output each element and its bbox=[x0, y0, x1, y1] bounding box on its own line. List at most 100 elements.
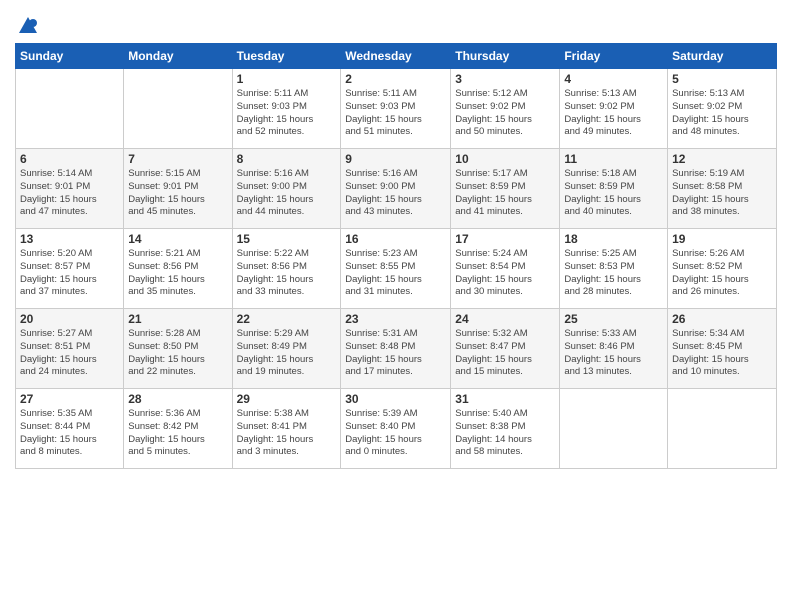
calendar-week-4: 20Sunrise: 5:27 AM Sunset: 8:51 PM Dayli… bbox=[16, 309, 777, 389]
weekday-header-sunday: Sunday bbox=[16, 44, 124, 69]
day-info: Sunrise: 5:16 AM Sunset: 9:00 PM Dayligh… bbox=[237, 168, 337, 219]
day-number: 30 bbox=[345, 392, 446, 406]
calendar-cell: 7 Sunrise: 5:15 AM Sunset: 9:01 PM Daylig… bbox=[124, 149, 232, 229]
day-number: 8 bbox=[237, 152, 337, 166]
calendar-cell: 10 Sunrise: 5:17 AM Sunset: 8:59 PM Dayli… bbox=[451, 149, 560, 229]
day-info: Sunrise: 5:13 AM Sunset: 9:02 PM Dayligh… bbox=[672, 88, 772, 139]
weekday-header-thursday: Thursday bbox=[451, 44, 560, 69]
day-info: Sunrise: 5:33 AM Sunset: 8:46 PM Dayligh… bbox=[564, 328, 663, 379]
day-number: 19 bbox=[672, 232, 772, 246]
calendar-cell: 8 Sunrise: 5:16 AM Sunset: 9:00 PM Daylig… bbox=[232, 149, 341, 229]
day-info: Sunrise: 5:28 AM Sunset: 8:50 PM Dayligh… bbox=[128, 328, 227, 379]
calendar-cell: 18 Sunrise: 5:25 AM Sunset: 8:53 PM Dayli… bbox=[560, 229, 668, 309]
logo bbox=[15, 15, 39, 33]
day-number: 23 bbox=[345, 312, 446, 326]
logo-icon bbox=[17, 15, 39, 37]
calendar-week-3: 13 Sunrise: 5:20 AM Sunset: 8:57 PM Dayli… bbox=[16, 229, 777, 309]
day-info: Sunrise: 5:20 AM Sunset: 8:57 PM Dayligh… bbox=[20, 248, 119, 299]
calendar-table: SundayMondayTuesdayWednesdayThursdayFrid… bbox=[15, 43, 777, 469]
calendar-cell: 17Sunrise: 5:24 AM Sunset: 8:54 PM Dayli… bbox=[451, 229, 560, 309]
day-number: 13 bbox=[20, 232, 119, 246]
calendar-cell bbox=[668, 389, 777, 469]
day-number: 29 bbox=[237, 392, 337, 406]
weekday-header-tuesday: Tuesday bbox=[232, 44, 341, 69]
calendar-cell: 21 Sunrise: 5:28 AM Sunset: 8:50 PM Dayli… bbox=[124, 309, 232, 389]
calendar-cell: 11 Sunrise: 5:18 AM Sunset: 8:59 PM Dayli… bbox=[560, 149, 668, 229]
day-info: Sunrise: 5:40 AM Sunset: 8:38 PM Dayligh… bbox=[455, 408, 555, 459]
calendar-week-2: 6Sunrise: 5:14 AM Sunset: 9:01 PM Daylig… bbox=[16, 149, 777, 229]
day-info: Sunrise: 5:18 AM Sunset: 8:59 PM Dayligh… bbox=[564, 168, 663, 219]
day-number: 9 bbox=[345, 152, 446, 166]
header-area bbox=[15, 15, 777, 33]
calendar-cell: 20Sunrise: 5:27 AM Sunset: 8:51 PM Dayli… bbox=[16, 309, 124, 389]
calendar-cell: 29 Sunrise: 5:38 AM Sunset: 8:41 PM Dayli… bbox=[232, 389, 341, 469]
calendar-cell: 9 Sunrise: 5:16 AM Sunset: 9:00 PM Daylig… bbox=[341, 149, 451, 229]
calendar-cell: 5Sunrise: 5:13 AM Sunset: 9:02 PM Daylig… bbox=[668, 69, 777, 149]
day-number: 11 bbox=[564, 152, 663, 166]
day-info: Sunrise: 5:39 AM Sunset: 8:40 PM Dayligh… bbox=[345, 408, 446, 459]
calendar-cell: 13 Sunrise: 5:20 AM Sunset: 8:57 PM Dayli… bbox=[16, 229, 124, 309]
weekday-header-wednesday: Wednesday bbox=[341, 44, 451, 69]
calendar-cell: 23Sunrise: 5:31 AM Sunset: 8:48 PM Dayli… bbox=[341, 309, 451, 389]
day-info: Sunrise: 5:14 AM Sunset: 9:01 PM Dayligh… bbox=[20, 168, 119, 219]
calendar-cell bbox=[560, 389, 668, 469]
calendar-cell: 28Sunrise: 5:36 AM Sunset: 8:42 PM Dayli… bbox=[124, 389, 232, 469]
weekday-header-saturday: Saturday bbox=[668, 44, 777, 69]
calendar-cell: 25 Sunrise: 5:33 AM Sunset: 8:46 PM Dayli… bbox=[560, 309, 668, 389]
calendar-cell: 30 Sunrise: 5:39 AM Sunset: 8:40 PM Dayli… bbox=[341, 389, 451, 469]
day-number: 27 bbox=[20, 392, 119, 406]
day-info: Sunrise: 5:34 AM Sunset: 8:45 PM Dayligh… bbox=[672, 328, 772, 379]
day-number: 4 bbox=[564, 72, 663, 86]
day-info: Sunrise: 5:38 AM Sunset: 8:41 PM Dayligh… bbox=[237, 408, 337, 459]
day-number: 20 bbox=[20, 312, 119, 326]
page-container: SundayMondayTuesdayWednesdayThursdayFrid… bbox=[0, 0, 792, 479]
day-info: Sunrise: 5:25 AM Sunset: 8:53 PM Dayligh… bbox=[564, 248, 663, 299]
day-info: Sunrise: 5:26 AM Sunset: 8:52 PM Dayligh… bbox=[672, 248, 772, 299]
calendar-cell: 1Sunrise: 5:11 AM Sunset: 9:03 PM Daylig… bbox=[232, 69, 341, 149]
day-info: Sunrise: 5:35 AM Sunset: 8:44 PM Dayligh… bbox=[20, 408, 119, 459]
weekday-header-monday: Monday bbox=[124, 44, 232, 69]
day-number: 3 bbox=[455, 72, 555, 86]
calendar-cell: 3 Sunrise: 5:12 AM Sunset: 9:02 PM Daylig… bbox=[451, 69, 560, 149]
day-info: Sunrise: 5:16 AM Sunset: 9:00 PM Dayligh… bbox=[345, 168, 446, 219]
calendar-cell: 14 Sunrise: 5:21 AM Sunset: 8:56 PM Dayli… bbox=[124, 229, 232, 309]
day-info: Sunrise: 5:17 AM Sunset: 8:59 PM Dayligh… bbox=[455, 168, 555, 219]
calendar-cell: 12Sunrise: 5:19 AM Sunset: 8:58 PM Dayli… bbox=[668, 149, 777, 229]
day-info: Sunrise: 5:13 AM Sunset: 9:02 PM Dayligh… bbox=[564, 88, 663, 139]
day-info: Sunrise: 5:23 AM Sunset: 8:55 PM Dayligh… bbox=[345, 248, 446, 299]
day-number: 17 bbox=[455, 232, 555, 246]
day-number: 2 bbox=[345, 72, 446, 86]
calendar-cell: 4 Sunrise: 5:13 AM Sunset: 9:02 PM Daylig… bbox=[560, 69, 668, 149]
day-info: Sunrise: 5:22 AM Sunset: 8:56 PM Dayligh… bbox=[237, 248, 337, 299]
weekday-header-friday: Friday bbox=[560, 44, 668, 69]
calendar-cell: 26 Sunrise: 5:34 AM Sunset: 8:45 PM Dayli… bbox=[668, 309, 777, 389]
calendar-cell: 2 Sunrise: 5:11 AM Sunset: 9:03 PM Daylig… bbox=[341, 69, 451, 149]
day-info: Sunrise: 5:12 AM Sunset: 9:02 PM Dayligh… bbox=[455, 88, 555, 139]
calendar-cell: 24 Sunrise: 5:32 AM Sunset: 8:47 PM Dayli… bbox=[451, 309, 560, 389]
day-number: 10 bbox=[455, 152, 555, 166]
calendar-week-1: 1Sunrise: 5:11 AM Sunset: 9:03 PM Daylig… bbox=[16, 69, 777, 149]
calendar-cell bbox=[124, 69, 232, 149]
day-number: 14 bbox=[128, 232, 227, 246]
day-number: 26 bbox=[672, 312, 772, 326]
day-info: Sunrise: 5:21 AM Sunset: 8:56 PM Dayligh… bbox=[128, 248, 227, 299]
day-info: Sunrise: 5:32 AM Sunset: 8:47 PM Dayligh… bbox=[455, 328, 555, 379]
day-number: 7 bbox=[128, 152, 227, 166]
day-number: 21 bbox=[128, 312, 227, 326]
day-number: 15 bbox=[237, 232, 337, 246]
day-number: 31 bbox=[455, 392, 555, 406]
day-number: 18 bbox=[564, 232, 663, 246]
calendar-cell: 19 Sunrise: 5:26 AM Sunset: 8:52 PM Dayli… bbox=[668, 229, 777, 309]
day-info: Sunrise: 5:29 AM Sunset: 8:49 PM Dayligh… bbox=[237, 328, 337, 379]
day-info: Sunrise: 5:19 AM Sunset: 8:58 PM Dayligh… bbox=[672, 168, 772, 219]
day-number: 25 bbox=[564, 312, 663, 326]
day-info: Sunrise: 5:36 AM Sunset: 8:42 PM Dayligh… bbox=[128, 408, 227, 459]
day-number: 24 bbox=[455, 312, 555, 326]
calendar-cell: 15 Sunrise: 5:22 AM Sunset: 8:56 PM Dayli… bbox=[232, 229, 341, 309]
calendar-cell: 22Sunrise: 5:29 AM Sunset: 8:49 PM Dayli… bbox=[232, 309, 341, 389]
calendar-cell: 6Sunrise: 5:14 AM Sunset: 9:01 PM Daylig… bbox=[16, 149, 124, 229]
day-info: Sunrise: 5:11 AM Sunset: 9:03 PM Dayligh… bbox=[237, 88, 337, 139]
calendar-cell: 31 Sunrise: 5:40 AM Sunset: 8:38 PM Dayli… bbox=[451, 389, 560, 469]
day-info: Sunrise: 5:15 AM Sunset: 9:01 PM Dayligh… bbox=[128, 168, 227, 219]
day-info: Sunrise: 5:11 AM Sunset: 9:03 PM Dayligh… bbox=[345, 88, 446, 139]
